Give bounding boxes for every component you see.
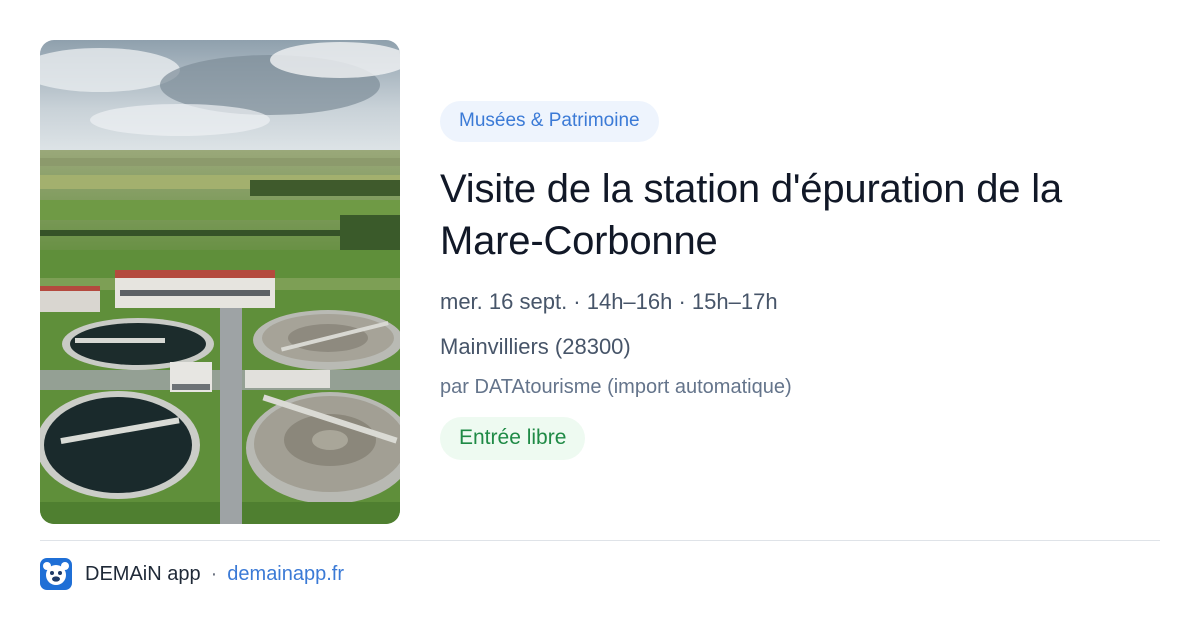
event-details: Musées & Patrimoine Visite de la station… <box>440 101 1170 460</box>
app-url-link[interactable]: demainapp.fr <box>227 563 344 586</box>
app-logo-icon <box>40 558 72 590</box>
divider <box>40 540 1160 541</box>
app-name: DEMAiN app <box>85 562 201 585</box>
footer: DEMAiN app · demainapp.fr <box>40 558 344 590</box>
price-badge: Entrée libre <box>440 417 586 460</box>
event-source: par DATAtourisme (import automatique) <box>440 376 792 398</box>
event-title[interactable]: Visite de la station d'épuration de la M… <box>440 163 1170 267</box>
event-date: mer. 16 sept. · 14h–16h · 15h–17h <box>440 289 778 314</box>
category-badge[interactable]: Musées & Patrimoine <box>440 101 659 142</box>
event-location: Mainvilliers (28300) <box>440 334 631 359</box>
footer-separator: · <box>210 562 218 585</box>
event-photo <box>40 40 400 524</box>
